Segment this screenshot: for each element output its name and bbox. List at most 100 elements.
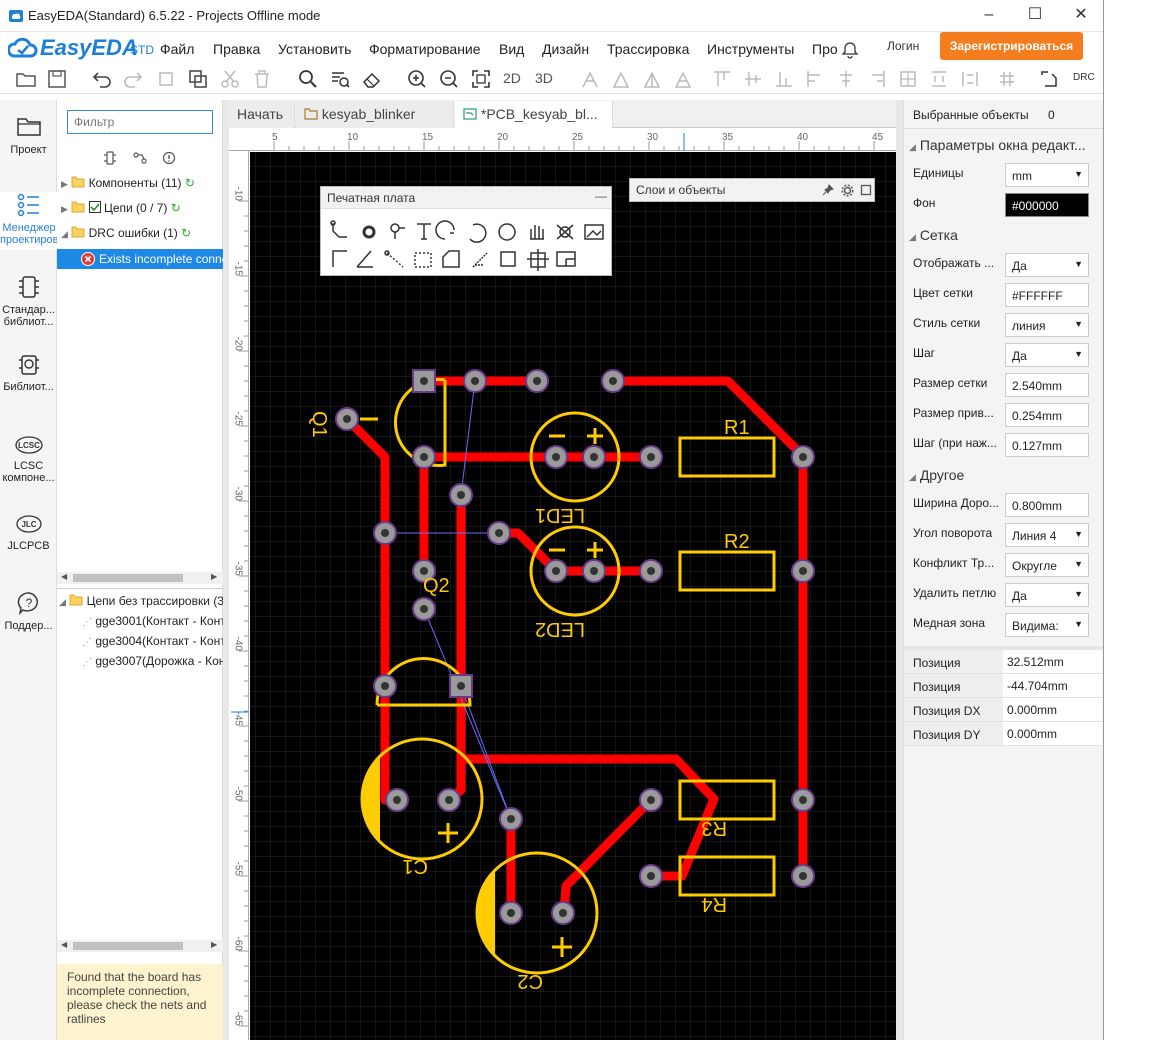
scroll-right-icon[interactable]: ▶ — [211, 940, 217, 949]
snap-size-input[interactable]: 0.254mm — [1005, 403, 1089, 427]
unrouted-item[interactable]: ⋰ gge3001(Контакт - Контакт) — [82, 614, 223, 628]
rail-lcsc[interactable]: LCSC LCSC компоне... — [0, 434, 57, 484]
pcb-tools-header[interactable]: Печатная плата — — [321, 187, 611, 209]
register-button[interactable]: Зарегистрироваться — [940, 32, 1083, 60]
route-icon[interactable] — [1037, 67, 1061, 91]
rail-std-library[interactable]: Стандар... библиот... — [0, 274, 57, 328]
right-splitter[interactable] — [896, 100, 903, 1040]
align-left-icon[interactable] — [578, 67, 602, 91]
designator-led2[interactable]: LED2 — [535, 618, 585, 640]
position-dx-value[interactable]: 0.000mm — [1003, 698, 1102, 721]
canvas-section-header[interactable]: ◢ Параметры окна редакт... — [909, 137, 1099, 153]
position-x-value[interactable]: 32.512mm — [1003, 650, 1102, 673]
designator-r3[interactable]: R3 — [701, 817, 727, 839]
distribute-v-icon[interactable] — [927, 67, 951, 91]
menu-file[interactable]: Файл — [160, 41, 194, 57]
align-right-icon[interactable] — [640, 67, 664, 91]
designator-c2[interactable]: C2 — [517, 970, 543, 992]
grid-color-input[interactable]: #FFFFFF — [1005, 283, 1089, 307]
search-icon[interactable] — [296, 67, 320, 91]
rotation-select[interactable]: Линия 4 ▼ — [1005, 523, 1089, 547]
distribute-h-icon[interactable] — [803, 67, 827, 91]
align-top-icon[interactable] — [671, 67, 695, 91]
grid-show-select[interactable]: Да ▼ — [1005, 253, 1089, 277]
scroll-left-icon[interactable]: ◀ — [61, 572, 67, 581]
copper-select[interactable]: Видима: ▼ — [1005, 613, 1089, 637]
distribute-center-icon[interactable] — [834, 67, 858, 91]
tree-unrouted[interactable]: ◢ Цепи без трассировки (3) — [59, 594, 223, 610]
bell-icon[interactable] — [841, 41, 859, 59]
designator-led1[interactable]: LED1 — [535, 504, 585, 526]
zoom-in-icon[interactable] — [405, 67, 429, 91]
close-button[interactable]: ✕ — [1058, 0, 1104, 32]
background-color-input[interactable]: #000000 — [1005, 193, 1089, 217]
scroll-right-icon[interactable]: ▶ — [211, 572, 217, 581]
nets-view-icon[interactable] — [133, 151, 147, 165]
checkbox-icon[interactable] — [88, 201, 101, 213]
minimize-button[interactable]: – — [966, 0, 1012, 32]
align-bottom-icon[interactable] — [710, 67, 734, 91]
loop-select[interactable]: Да ▼ — [1005, 583, 1089, 607]
open-folder-icon[interactable] — [14, 67, 38, 91]
components-view-icon[interactable] — [103, 151, 117, 165]
menu-tools[interactable]: Инструменты — [707, 41, 794, 57]
alt-snap-input[interactable]: 0.127mm — [1005, 433, 1089, 457]
tree-nets[interactable]: ▶ Цепи (0 / 7) ↻ — [61, 201, 221, 217]
filter-input[interactable] — [67, 110, 213, 134]
copy-icon[interactable] — [154, 67, 178, 91]
save-icon[interactable] — [45, 67, 69, 91]
delete-icon[interactable] — [250, 67, 274, 91]
refresh-icon[interactable]: ↻ — [181, 226, 191, 240]
designator-q2[interactable]: Q2 — [423, 575, 450, 597]
zoom-out-icon[interactable] — [437, 67, 461, 91]
pin-icon[interactable] — [822, 184, 834, 196]
menu-view[interactable]: Вид — [499, 41, 524, 57]
maximize-icon[interactable] — [860, 184, 872, 196]
rail-design-manager[interactable]: Менеджер проектирования — [0, 192, 83, 250]
distribute-right-icon[interactable] — [865, 67, 889, 91]
refresh-icon[interactable]: ↻ — [185, 176, 195, 190]
position-y-value[interactable]: -44.704mm — [1003, 674, 1102, 697]
tab-schematic[interactable]: kesyab_blinker — [296, 101, 454, 128]
tab-pcb[interactable]: *PCB_kesyab_bl... — [455, 101, 613, 128]
unrouted-item[interactable]: ⋰ gge3004(Контакт - Контакт) — [82, 634, 223, 648]
rail-library[interactable]: Библиот... — [0, 352, 57, 394]
tab-start[interactable]: Начать — [229, 101, 295, 128]
tree-components[interactable]: ▶ Компоненты (11) ↻ — [61, 176, 221, 192]
other-section-header[interactable]: ◢ Другое — [909, 467, 964, 483]
track-width-input[interactable]: 0.800mm — [1005, 493, 1089, 517]
gear-icon[interactable] — [841, 184, 854, 197]
distribute-grid-icon[interactable] — [896, 67, 920, 91]
menu-route[interactable]: Трассировка — [607, 41, 689, 57]
align-center-icon[interactable] — [609, 67, 633, 91]
distribute-h2-icon[interactable] — [958, 67, 982, 91]
find-component-icon[interactable] — [328, 67, 352, 91]
rail-project[interactable]: Проект — [0, 114, 57, 164]
erase-icon[interactable] — [360, 67, 384, 91]
refresh-icon[interactable]: ↻ — [171, 201, 181, 215]
unrouted-item[interactable]: ⋰ gge3007(Дорожка - Контакт) — [82, 654, 223, 668]
grid-style-select[interactable]: линия ▼ — [1005, 313, 1089, 337]
undo-icon[interactable] — [90, 67, 114, 91]
pcb-tools-panel[interactable]: Печатная плата — — [320, 186, 612, 276]
fit-view-icon[interactable] — [469, 67, 493, 91]
pcb-canvas[interactable]: Q1 Q2 R1 R2 R3 R4 LED1 LED2 C1 C2 — [250, 152, 896, 1040]
drc-view-icon[interactable] — [162, 151, 176, 165]
login-link[interactable]: Логин — [887, 39, 919, 53]
snap-select[interactable]: Да ▼ — [1005, 343, 1089, 367]
align-grid-icon[interactable] — [995, 67, 1019, 91]
tree-scrollbar-2[interactable]: ◀ ▶ — [57, 940, 223, 952]
menu-place[interactable]: Установить — [278, 41, 351, 57]
align-baseline-icon[interactable] — [772, 67, 796, 91]
menu-format[interactable]: Форматирование — [369, 41, 481, 57]
scroll-left-icon[interactable]: ◀ — [61, 940, 67, 949]
tree-scrollbar[interactable]: ◀ ▶ — [57, 572, 223, 584]
scroll-thumb[interactable] — [73, 574, 183, 582]
view-2d-button[interactable]: 2D — [503, 70, 521, 86]
drc-button[interactable]: DRC — [1073, 72, 1095, 83]
designator-r2[interactable]: R2 — [724, 531, 750, 553]
cut-icon[interactable] — [218, 67, 242, 91]
minimize-icon[interactable]: — — [595, 189, 607, 203]
position-dy-value[interactable]: 0.000mm — [1003, 722, 1102, 745]
units-select[interactable]: mm ▼ — [1005, 163, 1089, 187]
